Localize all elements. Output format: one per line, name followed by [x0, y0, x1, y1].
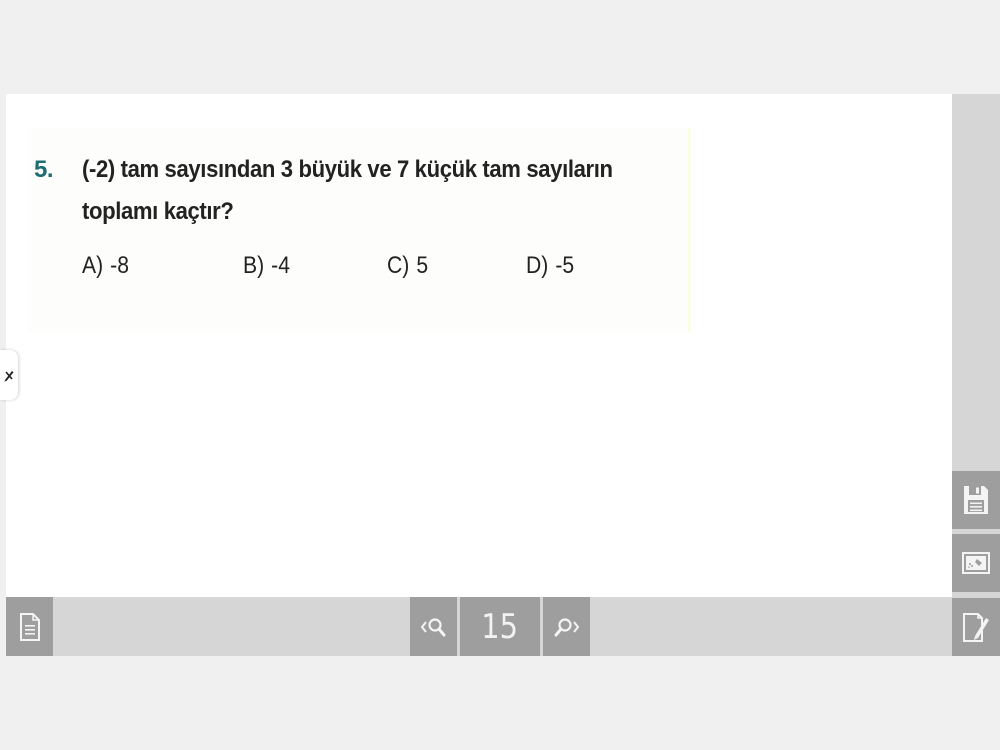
choice-b[interactable]: B) -4 [243, 252, 290, 280]
question-text-line-1: (-2) tam sayısından 3 büyük ve 7 küçük t… [82, 156, 613, 183]
screen: 5. (-2) tam sayısından 3 büyük ve 7 küçü… [0, 0, 1000, 750]
choice-value: -4 [271, 252, 290, 279]
page-number: 15 [481, 606, 519, 647]
choice-label: D) [526, 252, 549, 279]
book-viewer: 5. (-2) tam sayısından 3 büyük ve 7 küçü… [0, 94, 1000, 656]
save-button[interactable] [952, 471, 1000, 529]
choice-label: B) [243, 252, 265, 279]
document-icon [19, 612, 41, 642]
image-button[interactable] [952, 534, 1000, 592]
choice-a[interactable]: A) -8 [82, 252, 129, 280]
zoom-in-button[interactable] [543, 597, 590, 656]
image-icon [961, 550, 991, 576]
page-number-display[interactable]: 15 [460, 597, 540, 656]
zoom-out-icon [419, 615, 449, 639]
zoom-in-icon [552, 615, 582, 639]
pen-tool-tab[interactable] [0, 350, 18, 400]
choice-value: 5 [416, 252, 429, 279]
choice-value: -8 [110, 252, 129, 279]
choice-label: A) [82, 252, 104, 279]
choice-d[interactable]: D) -5 [526, 252, 574, 280]
page-content: 5. (-2) tam sayısından 3 büyük ve 7 küçü… [0, 94, 952, 597]
edit-note-icon [961, 610, 991, 644]
bottom-toolbar: 15 [6, 597, 952, 656]
pen-tool-icon [3, 368, 15, 382]
question-number: 5. [34, 156, 54, 183]
right-sidebar [952, 94, 1000, 656]
choice-c[interactable]: C) 5 [387, 252, 428, 280]
pages-button[interactable] [6, 597, 53, 656]
choice-value: -5 [555, 252, 575, 279]
floppy-disk-icon [962, 484, 990, 516]
choice-label: C) [387, 252, 410, 279]
question-text-line-2: toplamı kaçtır? [82, 198, 234, 225]
edit-note-button[interactable] [952, 598, 1000, 656]
question-card: 5. (-2) tam sayısından 3 büyük ve 7 küçü… [28, 128, 691, 332]
zoom-out-button[interactable] [410, 597, 457, 656]
